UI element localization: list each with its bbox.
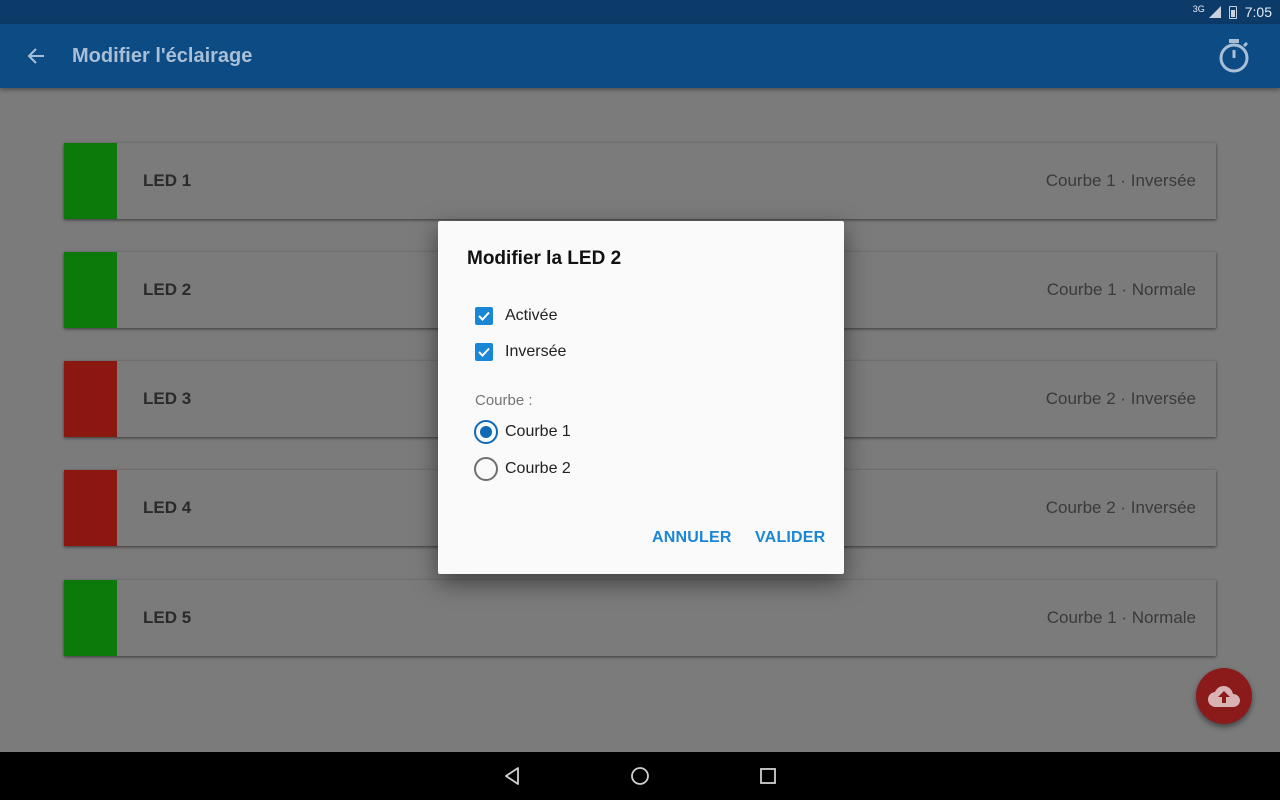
radio-selected-icon[interactable] [474,420,498,444]
status-bar: 3G 7:05 [0,0,1280,24]
edit-led-dialog: Modifier la LED 2 Activée Inversée Courb… [438,221,844,574]
radio-courbe-1[interactable]: Courbe 1 [474,420,571,444]
led-config: Courbe 1 · Normale [1046,608,1196,627]
checkbox-checked-icon[interactable] [475,307,493,325]
signal-icon [1208,6,1221,18]
led-name: LED 3 [143,389,192,408]
nav-back-icon[interactable] [448,752,576,800]
led-color-indicator [64,252,117,328]
checkbox-label: Inversée [505,343,567,360]
led-row-1[interactable]: LED 1 Courbe 1 · Inversée [64,143,1216,219]
checkbox-checked-icon[interactable] [475,343,493,361]
battery-icon [1228,5,1237,19]
led-config: Courbe 2 · Inversée [1045,498,1196,517]
cloud-upload-icon [1208,686,1240,707]
checkbox-inversee[interactable]: Inversée [475,343,566,361]
led-config: Courbe 1 · Inversée [1045,171,1196,190]
confirm-button[interactable]: VALIDER [755,529,825,547]
arrow-back-icon[interactable] [0,24,72,88]
radio-label: Courbe 2 [505,460,571,477]
radio-courbe-2[interactable]: Courbe 2 [474,457,571,481]
led-color-indicator [64,143,117,219]
nav-recents-icon[interactable] [704,752,832,800]
led-name: LED 4 [143,498,192,517]
led-config: Courbe 2 · Inversée [1045,389,1196,408]
checkbox-activee[interactable]: Activée [475,307,557,325]
checkbox-label: Activée [505,307,558,324]
system-nav-bar [0,752,1280,800]
led-color-indicator [64,580,117,656]
cancel-button[interactable]: ANNULER [652,529,732,547]
dialog-title: Modifier la LED 2 [467,248,622,269]
led-name: LED 2 [143,280,192,299]
timer-icon[interactable] [1216,38,1252,74]
curve-section-label: Courbe : [475,392,533,409]
led-color-indicator [64,361,117,437]
page-title: Modifier l'éclairage [72,44,253,67]
led-config: Courbe 1 · Normale [1046,280,1196,299]
led-row-5[interactable]: LED 5 Courbe 1 · Normale [64,580,1216,656]
clock: 7:05 [1244,4,1272,20]
network-type: 3G [1192,4,1205,14]
nav-home-icon[interactable] [576,752,704,800]
upload-fab[interactable] [1196,668,1252,724]
led-name: LED 1 [143,171,192,190]
radio-label: Courbe 1 [505,423,571,440]
app-bar: Modifier l'éclairage [0,24,1280,88]
radio-unselected-icon[interactable] [474,457,498,481]
led-color-indicator [64,470,117,546]
led-name: LED 5 [143,608,192,627]
